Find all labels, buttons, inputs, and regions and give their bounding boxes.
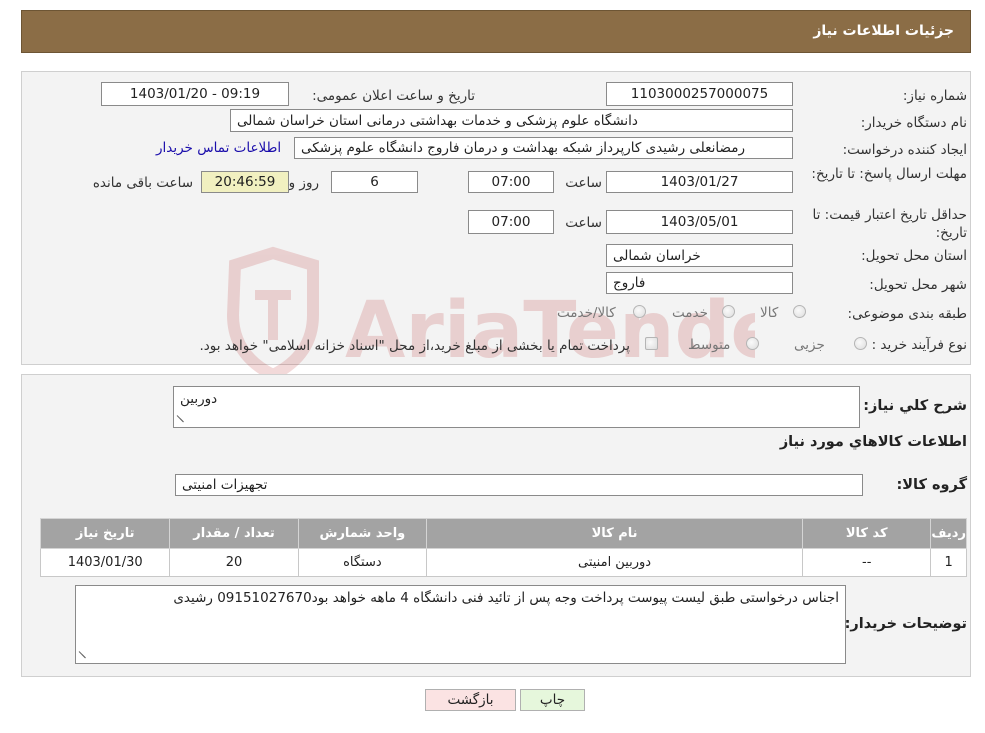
remaining-label: ساعت باقی مانده	[92, 175, 193, 191]
buyer-org-label: نام دستگاه خریدار:	[860, 115, 967, 131]
svg-text:AriaTender.neT: AriaTender.neT	[345, 286, 755, 376]
page-header: جزئیات اطلاعات نیاز	[21, 10, 971, 53]
buyer-notes-text: اجناس درخواستی طبق لیست پیوست پرداخت وجه…	[173, 590, 839, 606]
category-both-radio[interactable]	[633, 305, 646, 318]
deadline-date-field: 1403/01/27	[606, 171, 793, 193]
process-minor-radio[interactable]	[854, 337, 867, 350]
col-row-number: ردیف	[930, 518, 967, 549]
general-description-label: شرح کلي نياز:	[863, 398, 967, 414]
goods-table: ردیف کد کالا نام کالا واحد شمارش تعداد /…	[39, 518, 967, 577]
need-number-field: 1103000257000075	[606, 82, 793, 106]
cell-need-date: 1403/01/30	[39, 548, 171, 577]
cell-item-name: دوربین امنیتی	[426, 548, 804, 577]
days-field: 6	[331, 171, 418, 193]
resize-handle-icon[interactable]	[79, 651, 88, 660]
validity-date-field: 1403/05/01	[606, 210, 793, 234]
validity-time-label: ساعت	[565, 215, 602, 231]
process-medium-label: متوسط	[688, 337, 731, 353]
general-description-field[interactable]: دوربین	[173, 386, 860, 428]
cell-row-number: 1	[930, 548, 967, 577]
category-goods-radio[interactable]	[793, 305, 806, 318]
goods-group-field: تجهیزات امنیتی	[175, 474, 863, 496]
back-button[interactable]: بازگشت	[425, 689, 516, 711]
validity-time-field: 07:00	[468, 210, 554, 234]
need-number-label: شماره نیاز:	[902, 88, 967, 104]
col-need-date: تاریخ نیاز	[39, 518, 171, 549]
col-unit: واحد شمارش	[297, 518, 428, 549]
cell-item-code: --	[802, 548, 932, 577]
announce-label: تاریخ و ساعت اعلان عمومی:	[312, 88, 475, 104]
buyer-notes-label: توضیحات خریدار:	[844, 616, 967, 632]
page-title: جزئیات اطلاعات نیاز	[813, 23, 954, 39]
category-service-radio[interactable]	[722, 305, 735, 318]
deadline-time-field: 07:00	[468, 171, 554, 193]
cell-quantity: 20	[169, 548, 299, 577]
category-both-label: کالا/خدمت	[557, 305, 616, 321]
deadline-label: مهلت ارسال پاسخ: تا تاریخ:	[811, 166, 967, 182]
print-button[interactable]: چاپ	[520, 689, 585, 711]
deadline-time-label: ساعت	[565, 175, 602, 191]
cell-unit: دستگاه	[297, 548, 428, 577]
buyer-org-field: دانشگاه علوم پزشکی و خدمات بهداشتی درمان…	[230, 109, 793, 132]
category-goods-label: کالا	[760, 305, 779, 321]
process-medium-radio[interactable]	[746, 337, 759, 350]
buyer-notes-field[interactable]: اجناس درخواستی طبق لیست پیوست پرداخت وجه…	[75, 585, 846, 664]
table-header-row: ردیف کد کالا نام کالا واحد شمارش تعداد /…	[39, 518, 967, 549]
province-field: خراسان شمالی	[606, 244, 793, 267]
city-label: شهر محل تحویل:	[869, 277, 967, 293]
buyer-contact-link[interactable]: اطلاعات تماس خریدار	[156, 140, 281, 156]
days-label: روز و	[288, 175, 319, 191]
table-row: 1 -- دوربین امنیتی دستگاه 20 1403/01/30	[39, 548, 967, 577]
creator-field: رمضانعلی رشیدی کارپرداز شبکه بهداشت و در…	[294, 137, 793, 159]
city-field: فاروج	[606, 272, 793, 294]
province-label: استان محل تحویل:	[861, 248, 967, 264]
category-label: طبقه بندی موضوعی:	[847, 306, 967, 322]
remaining-time-field: 20:46:59	[201, 171, 289, 193]
goods-info-heading: اطلاعات کالاهاي مورد نياز	[779, 434, 967, 450]
announce-field: 1403/01/20 - 09:19	[101, 82, 289, 106]
col-quantity: تعداد / مقدار	[169, 518, 299, 549]
general-description-text: دوربین	[180, 391, 218, 407]
process-minor-label: جزیی	[794, 337, 825, 353]
process-label: نوع فرآیند خرید :	[871, 337, 967, 353]
col-item-code: کد کالا	[802, 518, 932, 549]
process-treasury-checkbox[interactable]	[645, 337, 658, 350]
validity-label: حداقل تاریخ اعتبار قیمت: تا تاریخ:	[812, 207, 967, 241]
col-item-name: نام کالا	[426, 518, 804, 549]
process-note: پرداخت تمام یا بخشی از مبلغ خرید،از محل …	[199, 338, 630, 354]
creator-label: ایجاد کننده درخواست:	[842, 142, 967, 158]
goods-group-label: گروه کالا:	[896, 477, 967, 493]
category-service-label: خدمت	[672, 305, 708, 321]
resize-handle-icon[interactable]	[177, 415, 186, 424]
